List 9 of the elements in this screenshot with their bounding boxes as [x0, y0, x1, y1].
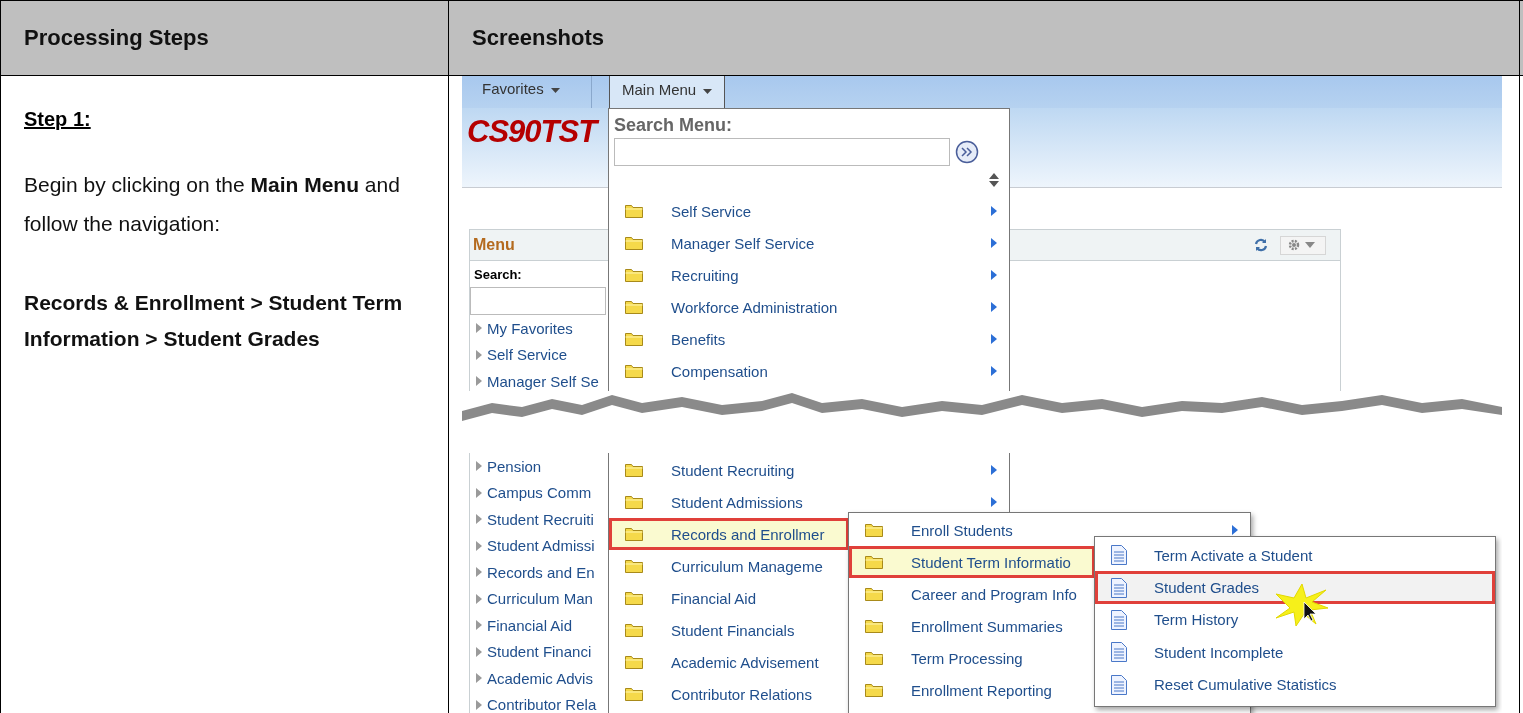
step-heading: Step 1: [24, 108, 91, 131]
site-name: CS90TST [467, 114, 597, 150]
panel-title: Menu [473, 236, 515, 254]
search-label: Search: [473, 266, 522, 284]
navigation-path: Records & Enrollment > Student Term Information > Student Grades [24, 290, 404, 352]
column-header: Processing Steps [0, 1, 449, 75]
instruction-text: Begin by clicking on the Main Menu and follow the navigation: [24, 172, 401, 237]
search-label: Search Menu: [614, 115, 734, 136]
column-header: Screenshots [449, 1, 1520, 75]
